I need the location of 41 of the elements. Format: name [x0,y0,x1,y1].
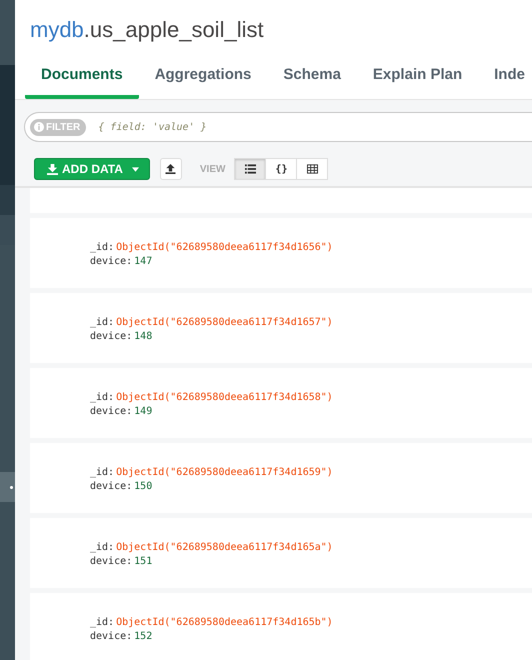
field-value: ObjectId("62689580deea6117f34d1658") [116,392,333,403]
field-value: 150 [134,481,152,492]
field-value: ObjectId("62689580deea6117f34d1656") [116,242,333,253]
field-key: _id: [90,242,114,253]
field-key: device: [90,631,132,642]
tab[interactable]: Explain Plan [356,59,478,99]
field-value: 147 [134,256,152,267]
import-button[interactable] [160,158,182,180]
table-icon [306,164,318,174]
field-value: ObjectId("62689580deea6117f34d1657") [116,317,333,328]
view-label: VIEW [200,164,226,174]
field-value: 151 [134,556,152,567]
list-view-button[interactable] [234,158,266,180]
field-key: _id: [90,542,114,553]
caret-icon [132,166,139,172]
tab[interactable]: Aggregations [138,59,268,99]
field-key: _id: [90,392,114,403]
table-view-button[interactable] [296,158,328,180]
field-key: device: [90,556,132,567]
field-value: ObjectId("62689580deea6117f34d1659") [116,467,333,478]
field-value: ObjectId("62689580deea6117f34d165a") [116,542,333,553]
field-key: device: [90,256,132,267]
list-icon [244,164,256,174]
field-key: device: [90,331,132,342]
download-icon [47,164,58,174]
collection-title: mydb.us_apple_soil_list [29,16,265,44]
field-key: device: [90,481,132,492]
field-value: 148 [134,331,152,342]
tab[interactable]: Inde [478,59,532,99]
field-value: ObjectId("62689580deea6117f34d165b") [116,617,333,628]
field-key: _id: [90,317,114,328]
add-data-button[interactable]: ADD DATA [34,158,150,180]
upload-icon [165,164,176,174]
field-key: _id: [90,617,114,628]
json-view-button[interactable]: {} [265,158,298,180]
info-icon [34,122,44,132]
field-key: device: [90,406,132,417]
field-value: 149 [134,406,152,417]
field-value: 152 [134,631,152,642]
tab[interactable]: Schema [267,59,357,99]
field-key: _id: [90,467,114,478]
